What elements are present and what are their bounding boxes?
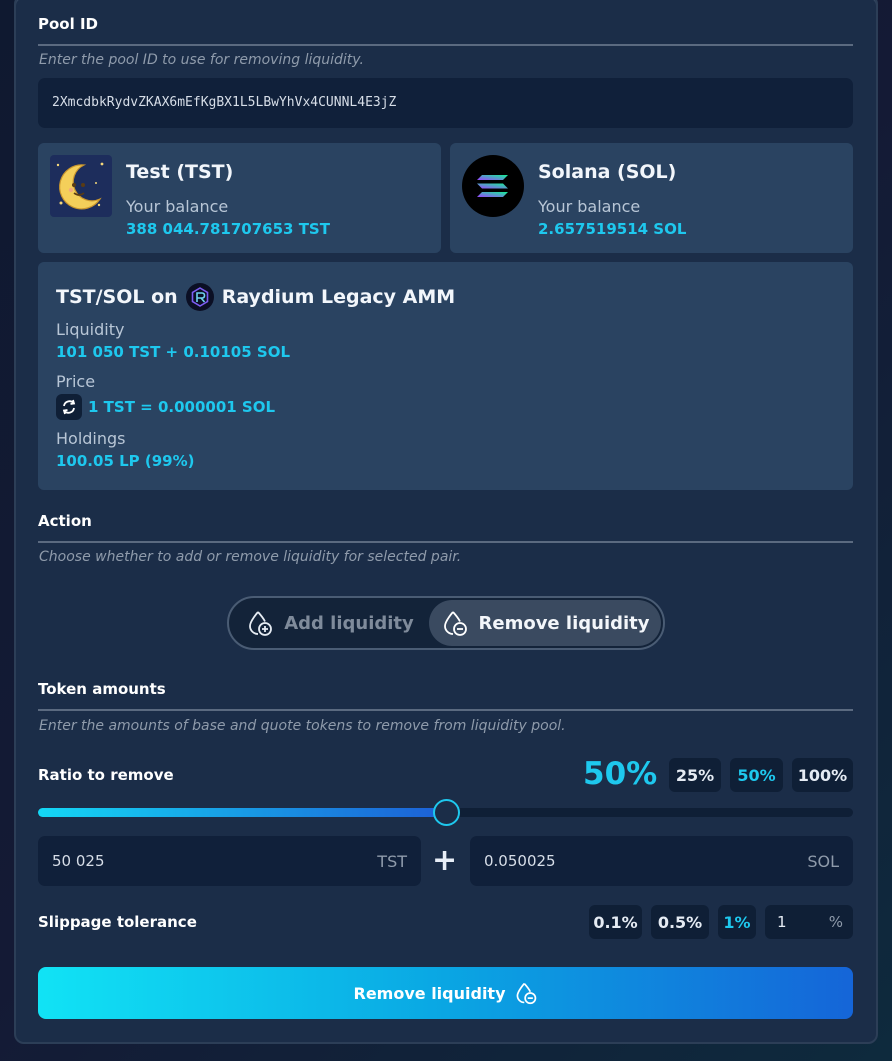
solana-icon bbox=[462, 155, 524, 217]
quote-amount-value: 0.050025 bbox=[484, 852, 556, 870]
price-value: 1 TST = 0.000001 SOL bbox=[88, 398, 276, 416]
quote-amount-unit: SOL bbox=[807, 851, 839, 871]
quote-token-card: Solana (SOL) Your balance 2.657519514 SO… bbox=[450, 143, 853, 253]
holdings-label: Holdings bbox=[56, 429, 126, 448]
base-amount-value: 50 025 bbox=[52, 852, 105, 870]
pool-id-input[interactable]: 2XmcdbkRydvZKAX6mEfKgBX1L5LBwYhVx4CUNNL4… bbox=[38, 78, 853, 128]
pool-id-hint: Enter the pool ID to use for removing li… bbox=[39, 52, 364, 68]
liquidity-value: 101 050 TST + 0.10105 SOL bbox=[56, 343, 291, 361]
ratio-preset-50[interactable]: 50% bbox=[730, 758, 783, 792]
action-hint: Choose whether to add or remove liquidit… bbox=[39, 549, 462, 565]
divider bbox=[38, 541, 853, 543]
drop-remove-icon bbox=[514, 981, 538, 1005]
slippage-custom-value: 1 bbox=[777, 913, 787, 931]
base-token-name: Test (TST) bbox=[126, 161, 234, 183]
slippage-label: Slippage tolerance bbox=[38, 913, 197, 931]
holdings-value: 100.05 LP (99%) bbox=[56, 452, 195, 470]
swap-direction-icon[interactable] bbox=[56, 394, 82, 420]
moon-token-icon bbox=[50, 155, 112, 217]
base-balance-label: Your balance bbox=[126, 197, 229, 216]
action-title: Action bbox=[38, 512, 92, 530]
ratio-preset-100[interactable]: 100% bbox=[792, 758, 853, 792]
liquidity-label: Liquidity bbox=[56, 320, 125, 339]
pair-info-card: TST/SOL on Raydium Legacy AMM Liquidity … bbox=[38, 262, 853, 490]
amm-name: Raydium Legacy AMM bbox=[221, 286, 456, 308]
action-toggle: Add liquidity Remove liquidity bbox=[227, 596, 665, 650]
raydium-icon bbox=[185, 283, 214, 311]
ratio-slider-fill bbox=[38, 808, 446, 817]
remove-liquidity-submit-button[interactable]: Remove liquidity bbox=[38, 967, 853, 1019]
plus-icon: + bbox=[432, 843, 458, 878]
ratio-preset-25[interactable]: 25% bbox=[669, 758, 721, 792]
remove-liquidity-option[interactable]: Remove liquidity bbox=[429, 600, 661, 646]
ratio-slider[interactable] bbox=[38, 799, 853, 826]
divider bbox=[38, 709, 853, 711]
slippage-custom-input[interactable]: 1 % bbox=[765, 905, 853, 939]
pair-title: TST/SOL on Raydium Legacy AMM bbox=[56, 283, 455, 311]
pool-id-title: Pool ID bbox=[38, 15, 98, 33]
submit-label: Remove liquidity bbox=[353, 983, 506, 1003]
remove-liquidity-label: Remove liquidity bbox=[478, 612, 650, 634]
token-amounts-hint: Enter the amounts of base and quote toke… bbox=[39, 718, 566, 734]
quote-token-name: Solana (SOL) bbox=[538, 161, 677, 183]
base-token-card: Test (TST) Your balance 388 044.78170765… bbox=[38, 143, 441, 253]
base-amount-input[interactable]: 50 025 TST bbox=[38, 836, 421, 886]
divider bbox=[38, 44, 853, 46]
slippage-custom-unit: % bbox=[828, 913, 843, 931]
slippage-preset-0-5[interactable]: 0.5% bbox=[651, 905, 709, 939]
pair-title-prefix: TST/SOL on bbox=[56, 286, 178, 308]
base-balance-value: 388 044.781707653 TST bbox=[126, 220, 330, 238]
quote-balance-label: Your balance bbox=[538, 197, 641, 216]
drop-add-icon bbox=[246, 609, 274, 637]
base-amount-unit: TST bbox=[377, 851, 407, 871]
slippage-preset-0-1[interactable]: 0.1% bbox=[589, 905, 642, 939]
token-amounts-title: Token amounts bbox=[38, 680, 166, 698]
ratio-slider-thumb[interactable] bbox=[432, 799, 460, 826]
add-liquidity-option[interactable]: Add liquidity bbox=[231, 600, 429, 646]
quote-amount-input[interactable]: 0.050025 SOL bbox=[470, 836, 853, 886]
price-label: Price bbox=[56, 372, 96, 391]
slippage-preset-1[interactable]: 1% bbox=[718, 905, 756, 939]
ratio-percent-display: 50% bbox=[583, 756, 658, 792]
drop-remove-icon bbox=[441, 609, 469, 637]
quote-balance-value: 2.657519514 SOL bbox=[538, 220, 687, 238]
price-row: 1 TST = 0.000001 SOL bbox=[56, 394, 275, 420]
ratio-label: Ratio to remove bbox=[38, 766, 174, 784]
add-liquidity-label: Add liquidity bbox=[284, 612, 414, 634]
